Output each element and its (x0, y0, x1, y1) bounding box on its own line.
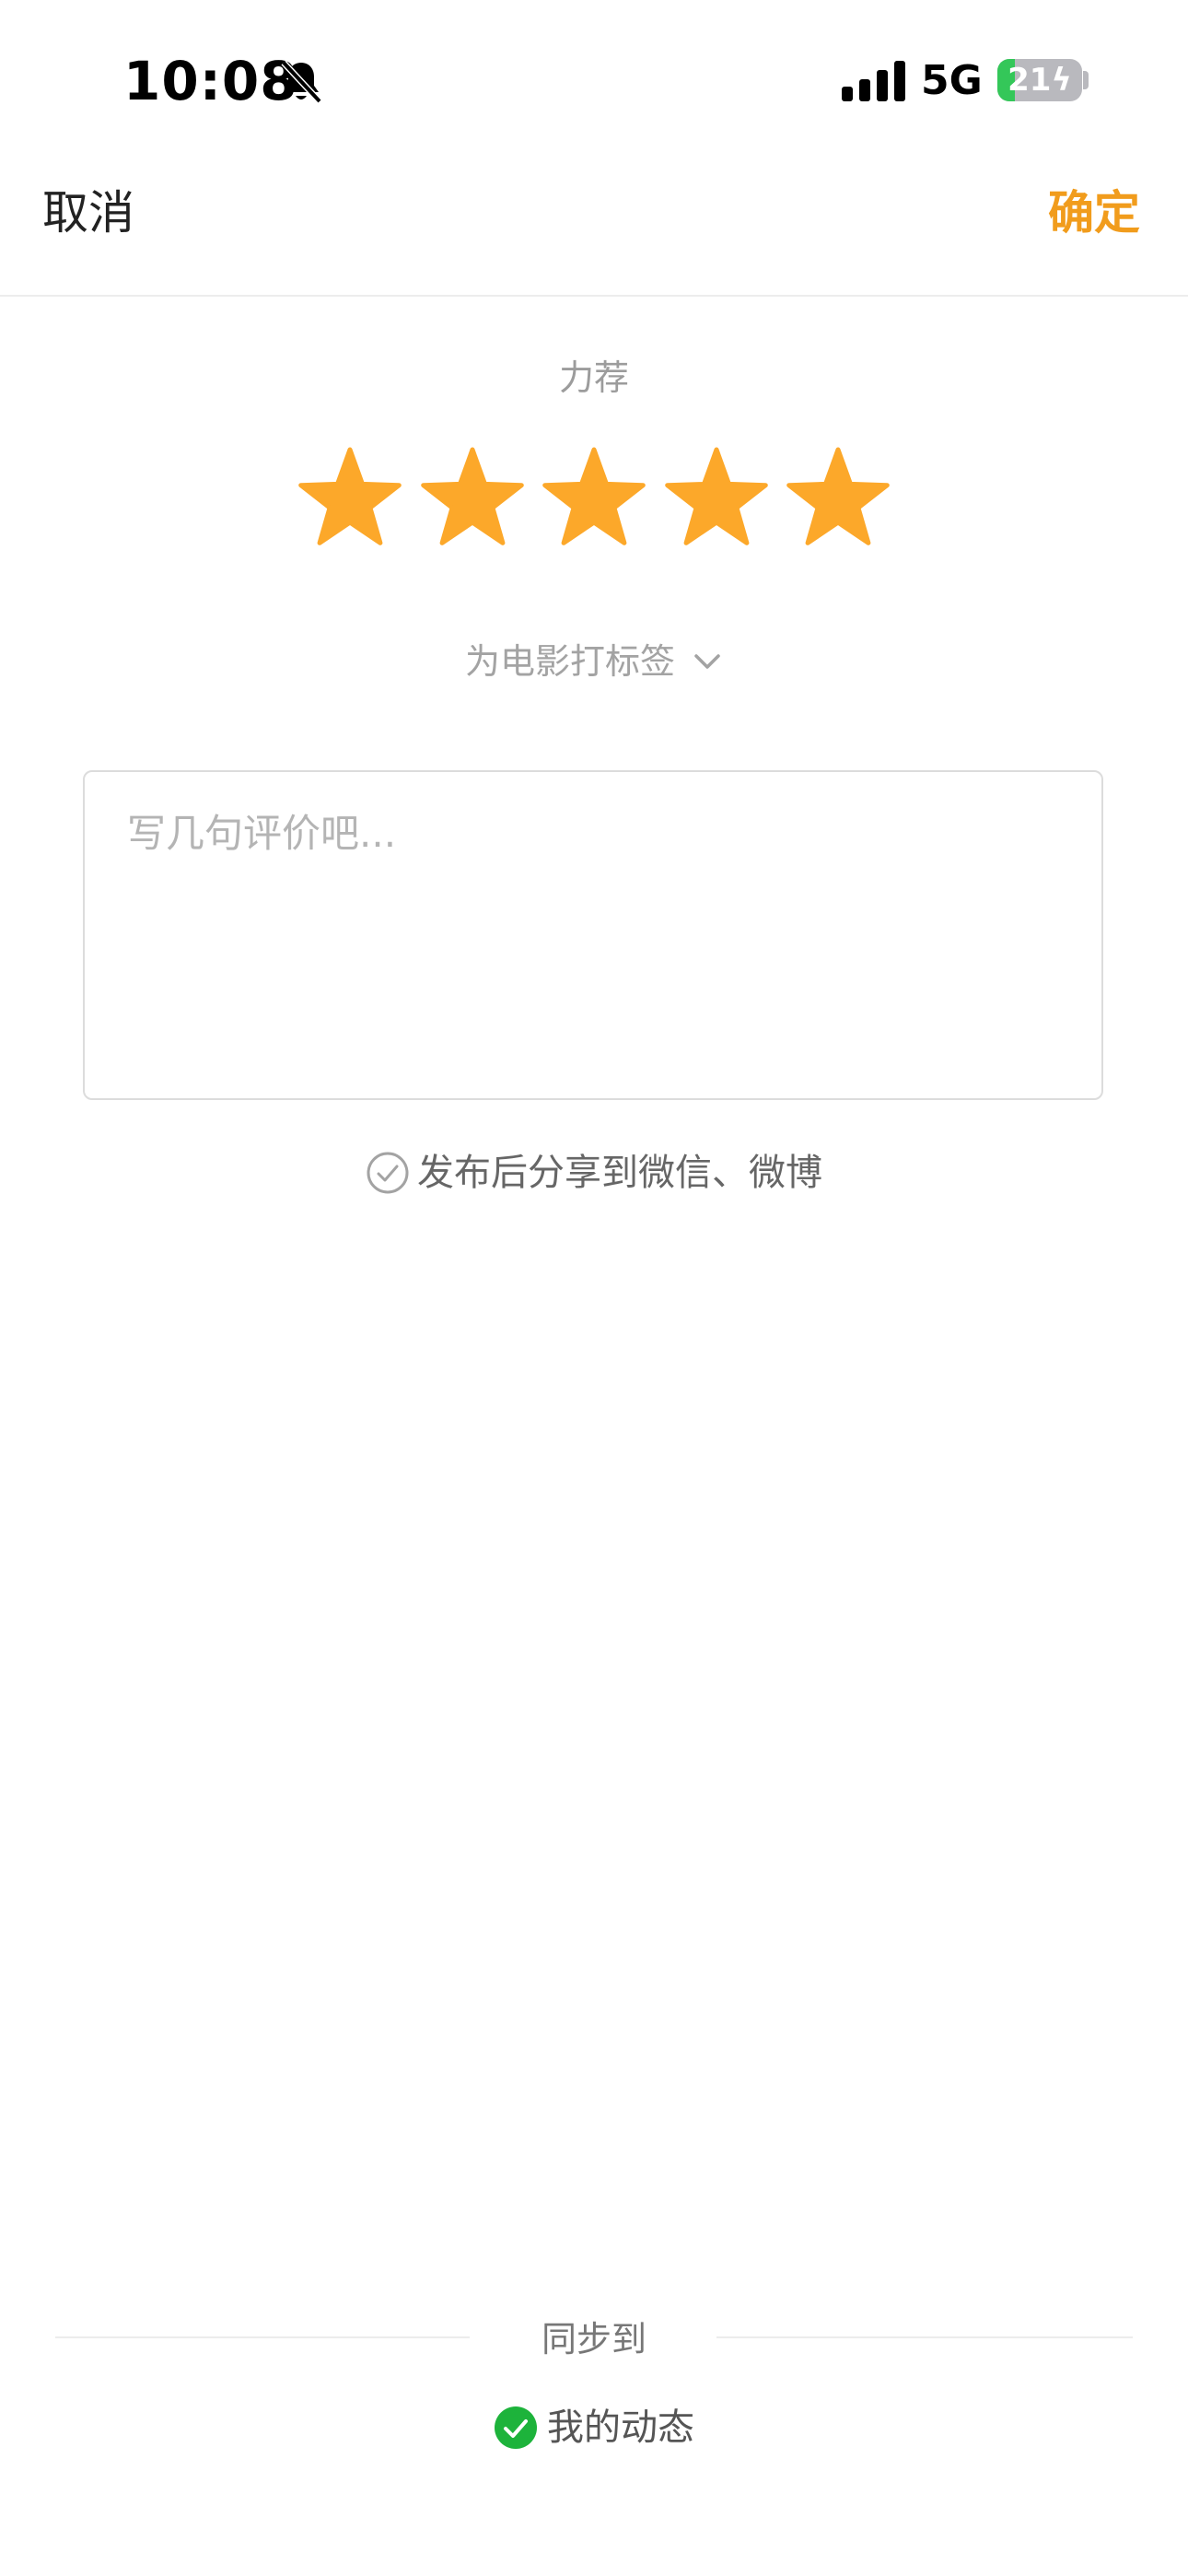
bell-slash-icon (281, 60, 322, 104)
star-icon[interactable] (295, 444, 405, 555)
charging-bolt-icon: ϟ (1051, 62, 1072, 99)
status-time: 10:08 (123, 50, 298, 112)
check-circle-icon[interactable] (366, 1151, 410, 1195)
cellular-signal-icon (842, 61, 905, 101)
share-option[interactable]: 发布后分享到微信、微博 (0, 1146, 1188, 1200)
tag-selector[interactable]: 为电影打标签 (0, 634, 1188, 689)
confirm-button[interactable]: 确定 (1048, 177, 1140, 249)
green-check-icon[interactable] (494, 2406, 538, 2450)
sync-my-moments[interactable]: 我的动态 (0, 2401, 1188, 2454)
sync-title: 同步到 (541, 2319, 646, 2359)
battery-icon: 21ϟ (997, 59, 1082, 101)
star-icon[interactable] (661, 444, 772, 555)
chevron-down-icon (694, 654, 720, 669)
battery-level: 21ϟ (1007, 62, 1072, 99)
battery-cap (1083, 71, 1089, 89)
my-moments-label: 我的动态 (547, 2406, 694, 2449)
cancel-button[interactable]: 取消 (42, 177, 134, 249)
tag-label: 为电影打标签 (464, 641, 675, 682)
star-icon[interactable] (417, 444, 528, 555)
star-rating[interactable] (295, 444, 893, 555)
header-divider (0, 295, 1188, 297)
review-input[interactable] (127, 807, 1057, 1065)
rating-label: 力荐 (558, 357, 629, 398)
star-icon[interactable] (783, 444, 893, 555)
review-box (83, 770, 1103, 1100)
network-type: 5G (921, 57, 983, 104)
star-icon[interactable] (539, 444, 649, 555)
share-label: 发布后分享到微信、微博 (417, 1152, 822, 1194)
